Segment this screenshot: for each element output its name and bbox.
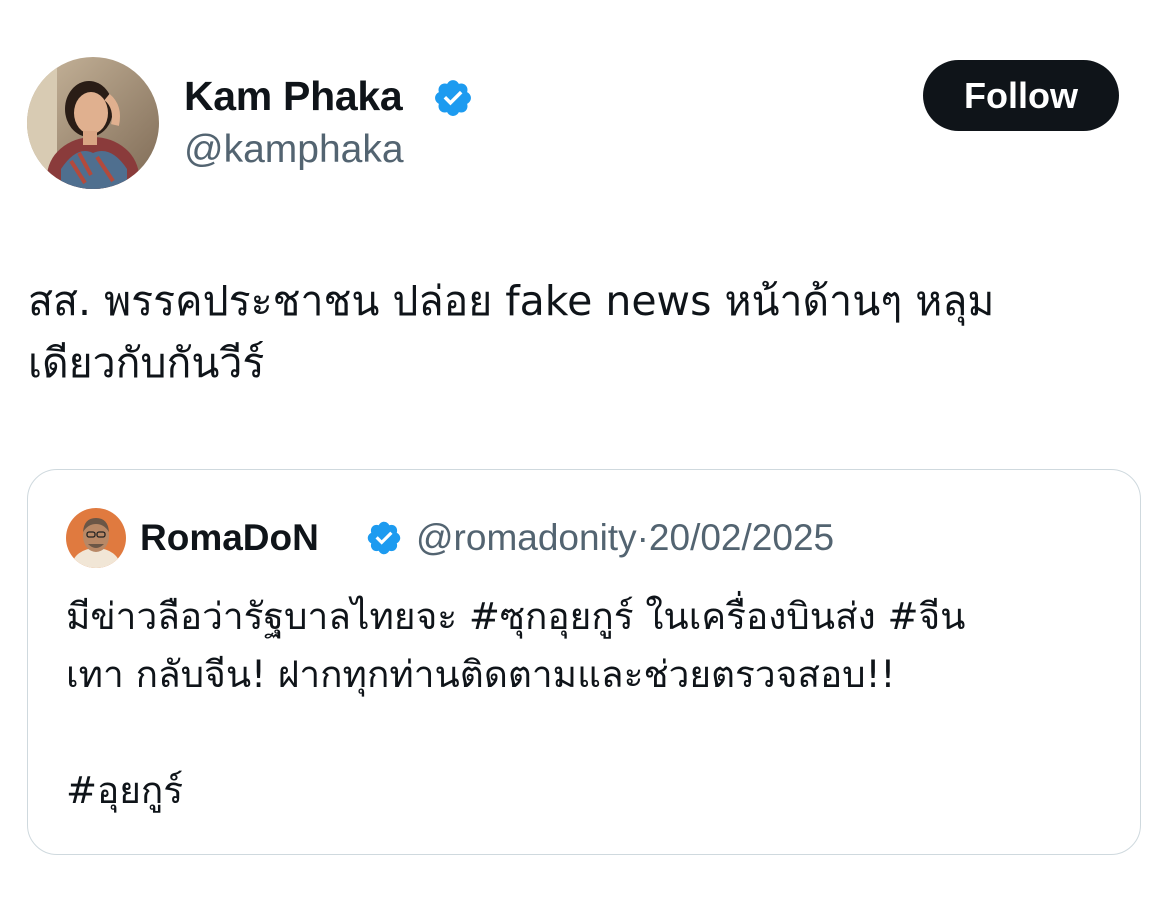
profile-photo-icon	[66, 508, 126, 568]
tweet-text-line: สส. พรรคประชาชน ปล่อย fake news หน้าด้าน…	[28, 277, 995, 325]
line-spacer	[66, 704, 965, 762]
quoted-hashtag[interactable]: #อุยกูร์	[66, 762, 965, 820]
verified-badge-icon	[435, 80, 471, 116]
meta-separator: ·	[636, 517, 649, 558]
quoted-author-handle[interactable]: @romadonity	[416, 517, 637, 558]
author-display-name[interactable]: Kam Phaka	[184, 72, 403, 120]
quoted-author-display-name[interactable]: RomaDoN	[140, 516, 319, 560]
quoted-tweet-date[interactable]: 20/02/2025	[649, 517, 834, 558]
quoted-text-line: มีข่าวลือว่ารัฐบาลไทยจะ #ซุกอุยกูร์ ในเค…	[66, 595, 966, 638]
quoted-tweet-text: มีข่าวลือว่ารัฐบาลไทยจะ #ซุกอุยกูร์ ในเค…	[66, 588, 965, 820]
author-avatar[interactable]	[27, 57, 159, 189]
verified-badge-icon	[367, 521, 401, 555]
follow-button[interactable]: Follow	[923, 60, 1119, 131]
author-handle[interactable]: @kamphaka	[184, 127, 404, 173]
tweet-text-line: เดียวกับกันวีร์	[28, 339, 265, 387]
tweet-text: สส. พรรคประชาชน ปล่อย fake news หน้าด้าน…	[28, 270, 1148, 394]
quoted-tweet-card[interactable]: RomaDoN @romadonity·20/02/2025 มีข่าวลือ…	[27, 469, 1141, 855]
quoted-tweet-meta: @romadonity·20/02/2025	[416, 516, 834, 560]
quoted-author-avatar[interactable]	[66, 508, 126, 568]
profile-photo-icon	[27, 57, 159, 189]
quoted-text-line: เทา กลับจีน! ฝากทุกท่านติดตามและช่วยตรวจ…	[66, 653, 896, 696]
